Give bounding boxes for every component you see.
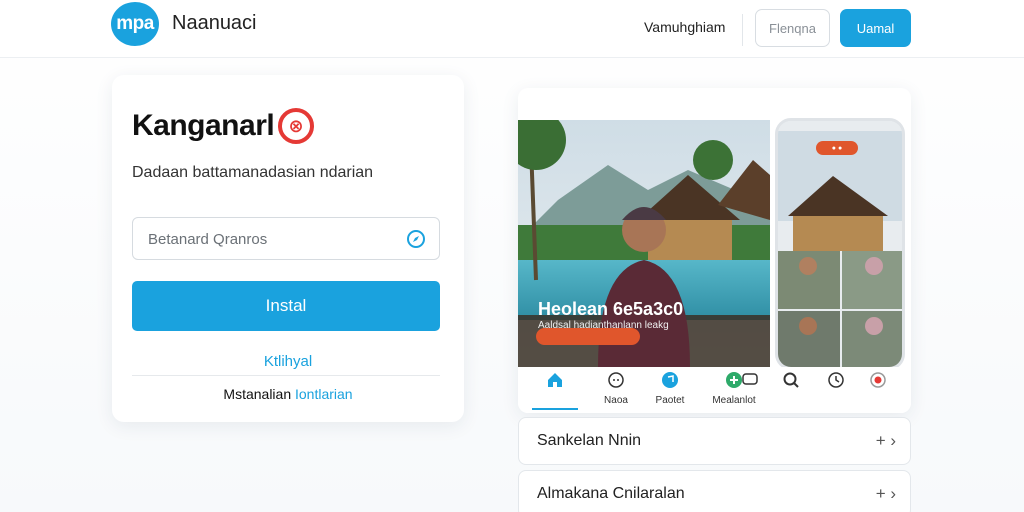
timer-icon	[828, 372, 844, 388]
phone-mockup: ● ●	[775, 118, 905, 370]
tab-naoa[interactable]: Naoa	[586, 371, 646, 406]
tab-paotet[interactable]: Paotet	[640, 371, 700, 406]
nav-divider	[742, 14, 743, 46]
footer-link[interactable]: Iontlarian	[295, 386, 353, 402]
tab-home[interactable]	[525, 371, 585, 395]
chat-icon	[608, 372, 624, 388]
brand-logo[interactable]: mpa	[111, 2, 159, 46]
accordion-item[interactable]: Almakana Cnilaralan + ›	[518, 470, 911, 512]
media-preview-card: Heolean 6e5a3c0 Aaldsal hadianthanlann l…	[518, 88, 911, 413]
install-card: Kanganarl ⊗ Dadaan battamanadasian ndari…	[112, 75, 464, 422]
expand-icon: + ›	[875, 484, 896, 503]
search-input[interactable]: Betanard Qranros	[132, 217, 440, 260]
footer-text: Mstanalian Iontlarian	[112, 386, 464, 402]
tab-label: Mealanlot	[712, 395, 756, 406]
secondary-link[interactable]: Ktlihyal	[112, 353, 464, 370]
accordion-label: Sankelan Nnin	[537, 432, 642, 449]
home-icon	[548, 373, 562, 387]
message-icon	[742, 373, 758, 385]
logo-text: mpa	[116, 13, 154, 34]
badge-icon: ⊗	[278, 108, 314, 144]
secondary-button[interactable]: Flenqna	[755, 9, 830, 47]
tab-bar: Naoa Paotet Mealanlot	[518, 367, 911, 413]
phone-live-badge: ● ●	[816, 141, 858, 155]
music-icon	[662, 372, 678, 388]
nav-link[interactable]: Vamuhghiam	[644, 19, 725, 35]
record-icon	[870, 372, 886, 388]
active-tab-indicator	[532, 408, 578, 410]
install-button[interactable]: Instal	[132, 281, 440, 331]
compass-icon[interactable]	[406, 229, 426, 249]
brand-name: Naanuaci	[172, 12, 257, 34]
tab-label: Naoa	[604, 395, 628, 406]
search-placeholder: Betanard Qranros	[148, 231, 268, 248]
tab-record[interactable]	[848, 371, 908, 389]
expand-icon: + ›	[875, 431, 896, 450]
card-subtitle: Dadaan battamanadasian ndarian	[132, 164, 374, 181]
top-header: mpa Naanuaci Vamuhghiam Flenqna Uamal	[0, 0, 1024, 58]
scene-title: Heolean 6e5a3c0	[538, 299, 684, 319]
search-icon	[783, 372, 799, 388]
accordion-item[interactable]: Sankelan Nnin + ›	[518, 417, 911, 465]
footer-label: Mstanalian	[223, 386, 292, 402]
tab-label: Paotet	[655, 395, 685, 406]
scene-subtitle: Aaldsal hadianthanlann leakg	[538, 320, 669, 331]
phone-screen	[778, 121, 902, 367]
accordion-label: Almakana Cnilaralan	[537, 485, 685, 502]
primary-button[interactable]: Uamal	[840, 9, 911, 47]
divider	[132, 375, 440, 376]
card-title: Kanganarl	[132, 109, 275, 142]
